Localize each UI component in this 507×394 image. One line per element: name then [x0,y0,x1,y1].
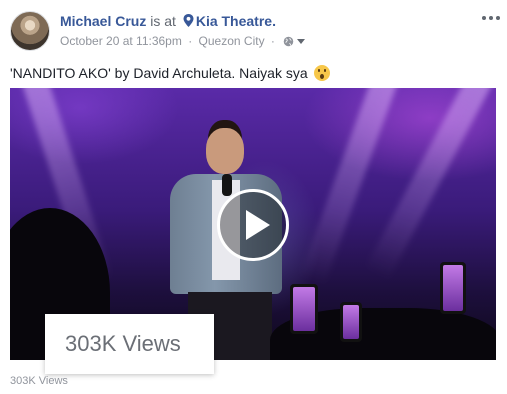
views-count-callout: 303K Views [45,314,214,374]
play-icon[interactable] [217,189,289,261]
microphone [222,174,232,196]
author-name-link[interactable]: Michael Cruz [60,13,146,29]
meta-separator: · [188,34,193,48]
post-caption: 'NANDITO AKO' by David Archuleta. Naiyak… [10,63,330,83]
caption-text: 'NANDITO AKO' by David Archuleta. Naiyak… [10,65,308,81]
astonished-face-emoji [313,65,330,81]
place-link[interactable]: Kia Theatre. [196,13,276,29]
audience-phone [440,262,466,314]
audience-phone [340,302,362,342]
views-count: 303K Views [10,375,68,387]
singer-head [206,128,244,174]
globe-icon[interactable] [283,36,294,47]
post-timestamp-link[interactable]: October 20 at 11:36pm [60,34,182,48]
audience-phone [290,284,318,334]
meta-separator: · [270,34,275,48]
chevron-down-icon[interactable] [297,39,306,44]
author-avatar[interactable] [10,11,50,51]
facebook-post: Michael Cruz is at Kia Theatre. October … [0,0,507,394]
post-meta: October 20 at 11:36pm · Quezon City · [60,33,306,49]
more-options-icon[interactable] [482,12,502,24]
location-link[interactable]: Quezon City [199,34,265,48]
is-at-text: is at [150,13,176,29]
location-pin-icon [183,14,194,27]
post-header: Michael Cruz is at Kia Theatre. [60,12,276,30]
